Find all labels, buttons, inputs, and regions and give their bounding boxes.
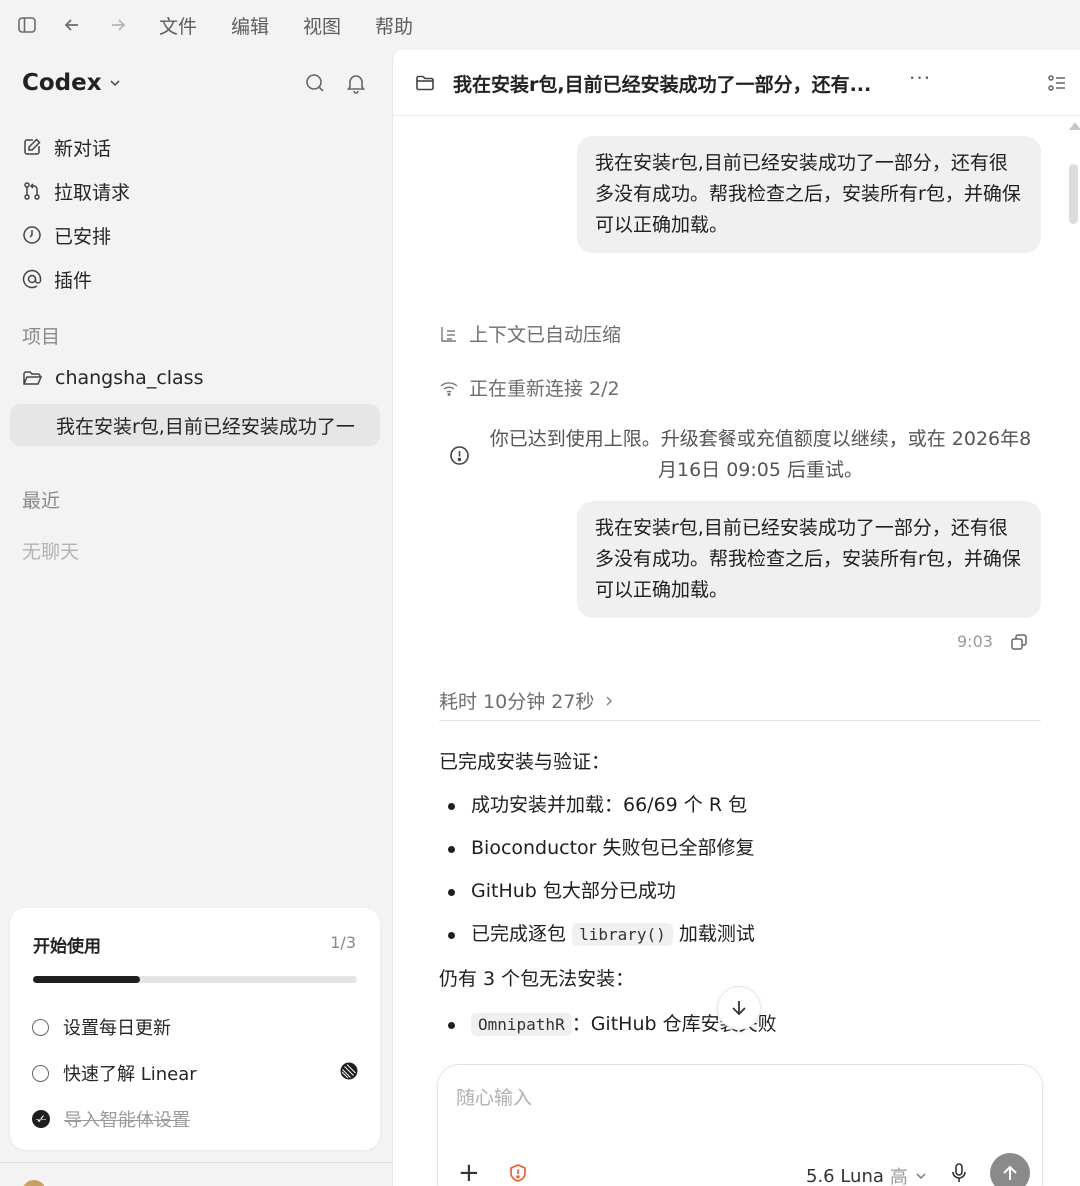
unchecked-circle-icon — [32, 1064, 49, 1082]
folder-open-icon — [23, 370, 43, 385]
project-name: changsha_class — [55, 367, 204, 389]
sidebar-item-label: 新对话 — [54, 137, 112, 160]
project-item[interactable]: changsha_class — [22, 367, 203, 389]
onboarding-item-daily-update[interactable]: 设置每日更新 — [32, 1014, 171, 1040]
onboarding-card: 开始使用 1/3 设置每日更新 快速了解 Linear ✓ 导入智能体设置 — [10, 908, 380, 1150]
menubar: 文件 编辑 视图 帮助 — [0, 0, 1080, 50]
menu-help[interactable]: 帮助 — [375, 12, 413, 39]
sidebar-item-new-chat[interactable]: 新对话 — [22, 125, 130, 169]
onboarding-item-label: 设置每日更新 — [63, 1018, 171, 1039]
more-options-icon[interactable]: ··· — [909, 66, 931, 90]
user-message-bubble: 我在安装r包,目前已经安装成功了一部分，还有很多没有成功。帮我检查之后，安装所有… — [577, 136, 1041, 253]
model-selector[interactable]: 5.6 Luna 高 — [806, 1163, 928, 1186]
thread-item-active[interactable]: 我在安装r包,目前已经安装成功了一 — [10, 404, 380, 446]
message-input[interactable] — [456, 1087, 1016, 1109]
model-name: 5.6 Luna — [806, 1165, 884, 1186]
status-text: 上下文已自动压缩 — [469, 324, 622, 346]
status-context-compressed: 上下文已自动压缩 — [439, 320, 621, 347]
composer: + 5.6 Luna 高 — [437, 1064, 1043, 1186]
scrollbar-thumb[interactable] — [1069, 164, 1078, 224]
chevron-down-icon — [110, 80, 120, 87]
elapsed-time-toggle[interactable]: 耗时 10分钟 27秒 — [439, 687, 616, 714]
inline-code: OmnipathR — [471, 1013, 572, 1036]
edit-icon — [24, 138, 41, 155]
brand-name: Codex — [22, 70, 102, 96]
page-title: 我在安装r包,目前已经安装成功了一部分，还有... — [453, 74, 872, 96]
forward-arrow-icon[interactable] — [106, 13, 130, 37]
main-panel: 我在安装r包,目前已经安装成功了一部分，还有... ··· 我在安装r包,目前已… — [392, 50, 1080, 1186]
chevron-down-icon — [916, 1173, 926, 1180]
status-reconnecting: 正在重新连接 2/2 — [439, 374, 620, 401]
list-item-text: 已完成逐包 — [471, 923, 567, 945]
send-button[interactable] — [990, 1153, 1030, 1186]
list-item-text: 加载测试 — [678, 923, 755, 945]
sidebar: Codex 新对话 拉取请求 已安排 插件 项目 changsha_class … — [0, 50, 392, 1186]
menu-edit[interactable]: 编辑 — [231, 12, 269, 39]
chevron-right-icon — [606, 695, 613, 706]
thread-header: 我在安装r包,目前已经安装成功了一部分，还有... ··· — [393, 50, 1080, 116]
sidebar-footer-divider — [0, 1162, 392, 1163]
reply-heading: 已完成安装与验证： — [439, 751, 611, 773]
wifi-icon — [440, 381, 458, 396]
clock-icon — [23, 226, 41, 244]
checkmark-icon: ✓ — [32, 1110, 50, 1128]
sidebar-item-plugins[interactable]: 插件 — [22, 257, 130, 301]
list-item: Bioconductor 失败包已全部修复 — [439, 833, 1041, 876]
copy-icon[interactable] — [1009, 632, 1029, 652]
onboarding-progress-fill — [33, 976, 140, 983]
microphone-icon[interactable] — [948, 1162, 970, 1184]
onboarding-item-import-agent[interactable]: ✓ 导入智能体设置 — [32, 1106, 190, 1132]
onboarding-progress-bar — [33, 976, 357, 983]
shield-alert-icon[interactable] — [508, 1163, 528, 1183]
sidebar-item-scheduled[interactable]: 已安排 — [22, 213, 130, 257]
onboarding-count: 1/3 — [330, 933, 356, 952]
status-text: 正在重新连接 2/2 — [469, 378, 620, 400]
elapsed-text: 耗时 10分钟 27秒 — [439, 691, 595, 713]
onboarding-item-linear[interactable]: 快速了解 Linear — [32, 1060, 197, 1086]
list-item: GitHub 包大部分已成功 — [439, 876, 1041, 919]
task-list-icon[interactable] — [1047, 73, 1067, 93]
scroll-to-bottom-button[interactable] — [717, 986, 761, 1030]
add-attachment-icon[interactable]: + — [458, 1160, 480, 1186]
usage-limit-notice: 你已达到使用上限。升级套餐或充值额度以继续，或在 2026年8月16日 09:0… — [449, 424, 1039, 486]
reasoning-effort: 高 — [889, 1167, 908, 1186]
list-item: 已完成逐包 library() 加载测试 — [439, 919, 1041, 962]
alert-circle-icon — [450, 445, 469, 465]
search-icon[interactable] — [304, 72, 326, 94]
at-icon — [22, 269, 42, 289]
menu-file[interactable]: 文件 — [159, 12, 197, 39]
linear-logo-icon — [340, 1062, 358, 1080]
unchecked-circle-icon — [32, 1018, 49, 1036]
arrow-up-icon — [1003, 1165, 1017, 1180]
bell-icon[interactable] — [345, 72, 367, 94]
inline-code: library() — [572, 923, 673, 946]
user-message-bubble: 我在安装r包,目前已经安装成功了一部分，还有很多没有成功。帮我检查之后，安装所有… — [577, 501, 1041, 618]
pull-request-icon — [24, 182, 40, 200]
recent-empty-text: 无聊天 — [22, 541, 80, 563]
folder-icon — [416, 75, 434, 91]
onboarding-title: 开始使用 — [33, 937, 101, 957]
sidebar-toggle-icon[interactable] — [15, 13, 39, 37]
sidebar-item-label: 插件 — [54, 269, 93, 292]
sidebar-item-label: 拉取请求 — [54, 181, 131, 204]
onboarding-item-label: 导入智能体设置 — [64, 1110, 190, 1131]
list-item: 成功安装并加载：66/69 个 R 包 — [439, 790, 1041, 833]
message-timestamp: 9:03 — [957, 632, 993, 651]
sidebar-nav: 新对话 拉取请求 已安排 插件 — [22, 125, 130, 301]
compress-icon — [441, 326, 456, 342]
onboarding-item-label: 快速了解 Linear — [63, 1064, 197, 1085]
scroll-up-arrow-icon[interactable] — [1069, 122, 1080, 130]
divider — [439, 720, 1041, 721]
arrow-down-icon — [732, 1001, 746, 1016]
back-arrow-icon[interactable] — [60, 13, 84, 37]
workspace-switcher[interactable]: Codex — [22, 70, 122, 96]
sidebar-item-label: 已安排 — [54, 225, 112, 248]
menu-view[interactable]: 视图 — [303, 12, 341, 39]
reply-list: 成功安装并加载：66/69 个 R 包 Bioconductor 失败包已全部修… — [439, 790, 1041, 962]
sidebar-item-pull-requests[interactable]: 拉取请求 — [22, 169, 130, 213]
recent-section-label: 最近 — [22, 490, 61, 512]
usage-limit-text: 你已达到使用上限。升级套餐或充值额度以继续，或在 2026年8月16日 09:0… — [489, 428, 1032, 481]
projects-section-label: 项目 — [22, 326, 61, 348]
avatar[interactable] — [22, 1180, 46, 1186]
